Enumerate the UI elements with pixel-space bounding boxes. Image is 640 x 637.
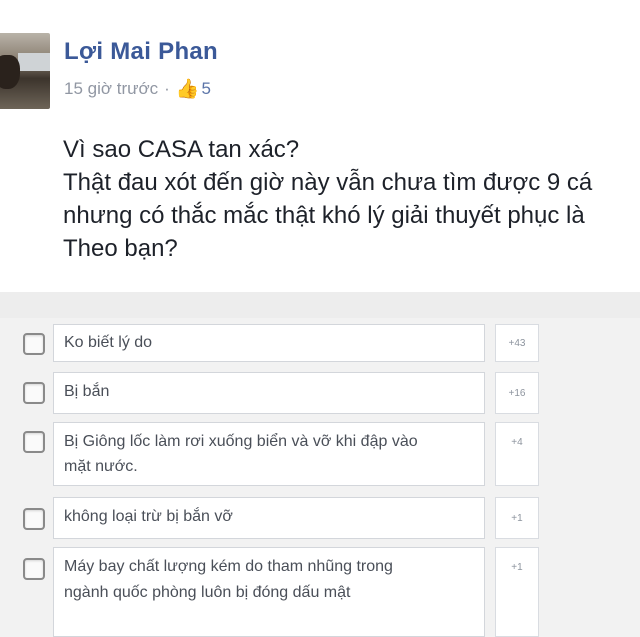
poll-vote-count[interactable]: +1 [495, 497, 539, 539]
meta-separator: · [164, 79, 170, 98]
poll-option-label: Máy bay chất lượng kém do tham nhũng tro… [64, 558, 393, 601]
post-meta: 15 giờ trước · 👍 5 [64, 77, 211, 101]
poll-option[interactable]: Ko biết lý do [53, 324, 485, 362]
avatar-silhouette [0, 55, 20, 89]
poll-option-label: Bị bắn [64, 383, 110, 400]
post-text: Vì sao CASA tan xác? Thật đau xót đến gi… [63, 133, 640, 265]
poll-checkbox[interactable] [23, 382, 45, 404]
post-card: Lợi Mai Phan 15 giờ trước · 👍 5 Vì sao C… [0, 0, 640, 292]
post-line: Vì sao CASA tan xác? [63, 136, 300, 163]
poll-option[interactable]: Bị Giông lốc làm rơi xuống biển và vỡ kh… [53, 422, 485, 486]
poll-vote-count[interactable]: +1 [495, 547, 539, 637]
poll: Ko biết lý do +43 Bị bắn +16 Bị Giông lố… [0, 318, 640, 637]
poll-checkbox[interactable] [23, 431, 45, 453]
poll-vote-count[interactable]: +16 [495, 372, 539, 414]
post-line: Thật đau xót đến giờ này vẫn chưa tìm đư… [63, 169, 593, 196]
poll-vote-count[interactable]: +4 [495, 422, 539, 486]
like-count[interactable]: 5 [202, 79, 211, 99]
poll-vote-count[interactable]: +43 [495, 324, 539, 362]
poll-option-label: không loại trừ bị bắn vỡ [64, 508, 233, 525]
poll-option[interactable]: Máy bay chất lượng kém do tham nhũng tro… [53, 547, 485, 637]
author-name[interactable]: Lợi Mai Phan [64, 38, 218, 66]
poll-option-label: Bị Giông lốc làm rơi xuống biển và vỡ kh… [64, 433, 418, 475]
post-line: Theo bạn? [63, 235, 178, 262]
poll-checkbox[interactable] [23, 508, 45, 530]
thumbs-up-icon[interactable]: 👍 [176, 77, 200, 101]
author-avatar[interactable] [0, 33, 50, 109]
poll-option[interactable]: không loại trừ bị bắn vỡ [53, 497, 485, 539]
poll-option-label: Ko biết lý do [64, 334, 153, 351]
poll-checkbox[interactable] [23, 558, 45, 580]
post-time[interactable]: 15 giờ trước [64, 79, 158, 99]
post-line: nhưng có thắc mắc thật khó lý giải thuyế… [63, 202, 585, 229]
avatar-background [18, 53, 50, 71]
poll-checkbox[interactable] [23, 333, 45, 355]
poll-option[interactable]: Bị bắn [53, 372, 485, 414]
